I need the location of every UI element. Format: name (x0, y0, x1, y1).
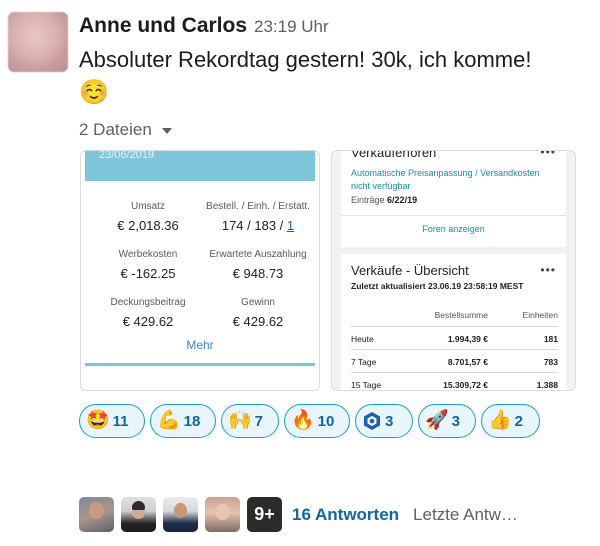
attachment-image-seller-central[interactable]: Verkäuferforen ••• Automatische Preisanp… (331, 150, 576, 391)
metric-gewinn: Gewinn € 429.62 (197, 297, 319, 329)
more-participants-badge: 9+ (247, 497, 282, 532)
reaction-count: 11 (112, 412, 129, 430)
flexed-biceps-icon: 💪 (157, 410, 181, 431)
metric-value: € -162.25 (120, 266, 176, 281)
metric-label: Werbekosten (118, 249, 178, 260)
metric-value: € 2,018.36 (117, 218, 179, 233)
date-band: 23/06/2019 (85, 151, 315, 181)
sales-table: Bestellsumme Einheiten Heute 1.994,39 € … (351, 303, 558, 390)
divider (85, 363, 315, 366)
entries-label: Einträge (351, 195, 385, 205)
replies-link[interactable]: 16 Antworten (292, 505, 399, 525)
attachment-image-stats[interactable]: 23/06/2019 Umsatz € 2,018.36 Bestell. / … (80, 150, 320, 391)
metric-orders: Bestell. / Einh. / Erstatt. 174 / 183 / … (197, 201, 319, 233)
reaction-count: 7 (254, 412, 264, 430)
sales-title: Verkäufe - Übersicht (351, 263, 469, 278)
message-timestamp[interactable]: 23:19 Uhr (254, 17, 329, 37)
metric-value: € 429.62 (122, 314, 174, 329)
caret-down-icon (161, 128, 172, 134)
participant-avatar (121, 497, 156, 532)
sales-overview-panel: Verkäufe - Übersicht ••• Zuletzt aktuali… (341, 254, 566, 390)
column-header: Bestellsumme (434, 310, 488, 320)
metric-label: Erwartete Auszahlung (209, 249, 307, 260)
reaction-count: 10 (317, 412, 335, 430)
reaction-count: 3 (385, 412, 394, 430)
table-row: 7 Tage 8.701,57 € 783 (351, 349, 558, 372)
reaction-fire[interactable]: 🔥 10 (284, 404, 350, 438)
metric-deckungsbeitrag: Deckungsbeitrag € 429.62 (93, 297, 203, 329)
table-cell: 1.994,39 € (447, 334, 488, 344)
divider (341, 215, 566, 216)
reaction-count: 18 (183, 412, 201, 430)
reaction-count: 3 (451, 412, 461, 430)
table-cell: Heute (351, 334, 374, 344)
reaction-thumbs-up[interactable]: 👍 2 (481, 404, 540, 438)
hair-shape (132, 501, 145, 510)
metric-value: € 948.73 (232, 266, 284, 281)
files-label: 2 Dateien (79, 120, 152, 139)
more-options-icon[interactable]: ••• (540, 263, 556, 277)
user-avatar[interactable] (8, 12, 68, 72)
files-toggle[interactable]: 2 Dateien (79, 120, 172, 140)
column-header: Einheiten (522, 310, 558, 320)
reaction-count: 2 (514, 412, 524, 430)
metric-label: Bestell. / Einh. / Erstatt. (206, 201, 310, 212)
raising-hands-person-icon: 🙌 (228, 410, 252, 431)
metric-umsatz: Umsatz € 2,018.36 (93, 201, 203, 233)
metric-value: € 429.62 (232, 314, 284, 329)
forums-title: Verkäuferforen (351, 150, 437, 160)
entries-value: 6/22/19 (387, 195, 418, 205)
table-cell: 783 (543, 357, 558, 367)
metric-werbekosten: Werbekosten € -162.25 (93, 249, 203, 281)
table-cell: 8.701,57 € (447, 357, 488, 367)
table-cell: 181 (543, 334, 558, 344)
forums-panel: Verkäuferforen ••• Automatische Preisanp… (341, 151, 566, 247)
metric-payout: Erwartete Auszahlung € 948.73 (197, 249, 319, 281)
more-link[interactable]: Mehr (81, 338, 319, 352)
metric-label: Gewinn (241, 297, 275, 308)
date-label: 23/06/2019 (99, 150, 155, 161)
table-row: Heute 1.994,39 € 181 (351, 326, 558, 349)
participant-avatar (205, 497, 240, 532)
reaction-cube[interactable]: 3 (355, 404, 413, 438)
metric-value: 174 / 183 / 1 (197, 218, 319, 233)
thumbs-up-icon: 👍 (488, 410, 512, 431)
reaction-raising-hands[interactable]: 🙌 7 (221, 404, 279, 438)
last-updated: Zuletzt aktualisiert 23.06.19 23:58:19 M… (351, 281, 524, 291)
metric-label: Deckungsbeitrag (110, 297, 186, 308)
participant-avatar (163, 497, 198, 532)
table-cell: 15.309,72 € (443, 380, 488, 390)
reaction-flexed-biceps[interactable]: 💪 18 (150, 404, 216, 438)
face-shape (89, 502, 104, 519)
metric-value-text: 174 / 183 / (221, 218, 287, 233)
fire-icon: 🔥 (291, 410, 315, 431)
star-struck-icon: 🤩 (86, 410, 110, 431)
last-reply-label: Letzte Antw… (413, 504, 518, 524)
table-cell: 15 Tage (351, 380, 382, 390)
cube-logo-icon (364, 412, 380, 430)
reaction-rocket[interactable]: 🚀 3 (418, 404, 476, 438)
thread-summary[interactable]: 9+ 16 Antworten Letzte Antw… (79, 497, 518, 532)
metric-label: Umsatz (131, 201, 165, 212)
table-header: Bestellsumme Einheiten (351, 303, 558, 326)
refunds-link[interactable]: 1 (287, 218, 294, 233)
forum-entries: Einträge 6/22/19 (351, 195, 417, 205)
more-options-icon[interactable]: ••• (540, 151, 556, 159)
face-shape (215, 504, 230, 520)
forum-topic-link[interactable]: Automatische Preisanpassung / Versandkos… (351, 167, 556, 193)
participant-avatar (79, 497, 114, 532)
table-row: 15 Tage 15.309,72 € 1.388 (351, 372, 558, 390)
reaction-star-struck[interactable]: 🤩 11 (79, 404, 145, 438)
smiling-face-icon: ☺️ (79, 79, 109, 106)
message-text: Absoluter Rekordtag gestern! 30k, ich ko… (79, 47, 532, 72)
show-forums-button[interactable]: Foren anzeigen (341, 224, 566, 234)
reactions-bar: 🤩 11 💪 18 🙌 7 🔥 10 3 🚀 3 👍 2 (79, 404, 540, 438)
face-shape (174, 503, 187, 518)
table-cell: 7 Tage (351, 357, 377, 367)
message-header: Anne und Carlos 23:19 Uhr (79, 14, 329, 38)
table-cell: 1.388 (536, 380, 558, 390)
rocket-icon: 🚀 (425, 410, 449, 431)
author-name[interactable]: Anne und Carlos (79, 14, 247, 38)
